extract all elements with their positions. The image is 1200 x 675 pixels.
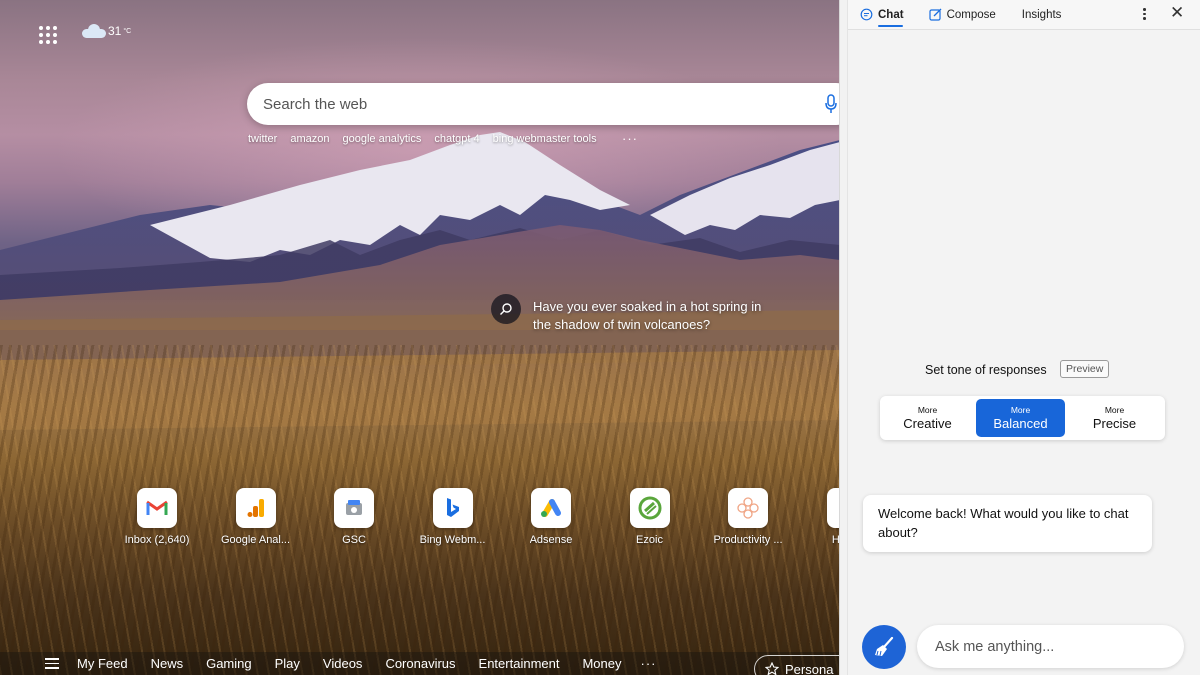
apps-launcher-icon[interactable]: [39, 26, 57, 44]
tab-compose[interactable]: Compose: [928, 0, 996, 29]
temperature-value: 31: [108, 24, 122, 38]
close-icon[interactable]: ✕: [1170, 3, 1184, 23]
feed-tab[interactable]: My Feed: [77, 656, 128, 671]
tone-name: Balanced: [993, 416, 1048, 431]
chat-side-panel: Chat Compose Insights ✕ Set tone of resp…: [848, 0, 1200, 675]
personalize-button[interactable]: Persona: [754, 655, 840, 675]
quick-link-tile[interactable]: Ezoic: [611, 488, 689, 546]
quick-link-tile[interactable]: Bing Webm...: [414, 488, 492, 546]
quick-link-tile[interactable]: Adsense: [512, 488, 590, 546]
quick-link-label: Google Anal...: [220, 534, 291, 546]
quick-link-label: Bing Webm...: [419, 534, 486, 546]
quick-link-tile[interactable]: Home: [808, 488, 840, 546]
suggestion-link[interactable]: chatgpt 4: [434, 133, 479, 145]
ezoic-icon: [629, 488, 670, 528]
tone-qualifier: More: [1104, 405, 1125, 415]
tab-label: Insights: [1021, 8, 1062, 21]
suggestion-link[interactable]: bing webmaster tools: [493, 133, 597, 145]
quick-link-label: GSC: [342, 534, 366, 546]
panel-tab-bar: Chat Compose Insights ✕: [848, 0, 1200, 30]
tab-label: Chat: [878, 8, 904, 21]
feed-tab[interactable]: Gaming: [206, 656, 252, 671]
search-input[interactable]: [261, 94, 805, 114]
microphone-icon[interactable]: [825, 94, 837, 114]
web-search-box[interactable]: [247, 83, 840, 125]
bing-icon: [432, 488, 473, 528]
trending-searches: twitter amazon google analytics chatgpt …: [248, 133, 597, 145]
hamburger-menu-icon[interactable]: [45, 658, 59, 669]
preview-badge: Preview: [1060, 360, 1110, 378]
feed-navigation: My Feed News Gaming Play Videos Coronavi…: [0, 652, 840, 675]
chat-input-box[interactable]: [917, 625, 1184, 668]
chat-input[interactable]: [933, 637, 1167, 656]
quick-link-tile[interactable]: Google Anal...: [217, 488, 295, 546]
quick-link-label: Adsense: [529, 534, 573, 546]
more-suggestions-button[interactable]: ···: [622, 131, 638, 146]
quick-link-tile[interactable]: Inbox (2,640): [118, 488, 196, 546]
more-feed-tabs-button[interactable]: ···: [641, 656, 657, 671]
quick-link-tile[interactable]: Productivity ...: [709, 488, 787, 546]
more-options-icon[interactable]: [1143, 8, 1146, 20]
gsc-icon: [334, 488, 374, 528]
suggestion-link[interactable]: twitter: [248, 133, 277, 145]
tone-creative-button[interactable]: More Creative: [883, 399, 972, 437]
feed-tab[interactable]: Videos: [323, 656, 363, 671]
tone-selector: More Creative More Balanced More Precise: [880, 396, 1165, 440]
quick-link-tile[interactable]: GSC: [315, 488, 393, 546]
background-prompt[interactable]: Have you ever soaked in a hot spring in …: [491, 294, 773, 334]
chat-icon: [860, 8, 873, 21]
feed-tab[interactable]: Coronavirus: [385, 656, 455, 671]
suggestion-link[interactable]: amazon: [290, 133, 329, 145]
tone-precise-button[interactable]: More Precise: [1070, 399, 1159, 437]
feed-tab[interactable]: News: [151, 656, 184, 671]
quick-link-label: Productivity ...: [713, 534, 783, 546]
new-tab-page: 31 °C twitter amazon google analytics ch…: [0, 0, 840, 675]
panel-divider[interactable]: [839, 0, 848, 675]
tone-label: Set tone of responses: [925, 363, 1047, 377]
background-prompt-text: Have you ever soaked in a hot spring in …: [533, 299, 762, 332]
tab-label: Compose: [946, 8, 996, 21]
google-analytics-icon: [235, 488, 276, 528]
quick-links: Inbox (2,640) Google Anal... GSC Bing We…: [118, 488, 840, 546]
weather-widget[interactable]: 31 °C: [82, 24, 131, 38]
temperature-unit: °C: [123, 27, 132, 35]
new-topic-button[interactable]: [862, 625, 906, 669]
tone-balanced-button[interactable]: More Balanced: [976, 399, 1065, 437]
personalize-label: Persona: [785, 661, 834, 675]
quick-link-label: Inbox (2,640): [124, 534, 190, 546]
compose-icon: [928, 8, 942, 21]
tab-insights[interactable]: Insights: [1022, 0, 1062, 29]
feed-tab[interactable]: Money: [582, 656, 621, 671]
tone-qualifier: More: [1010, 405, 1031, 415]
tone-qualifier: More: [917, 405, 938, 415]
search-icon: [491, 294, 521, 324]
tone-name: Creative: [903, 416, 952, 431]
gmail-icon: [137, 488, 177, 528]
productivity-icon: [728, 488, 768, 528]
tone-name: Precise: [1092, 416, 1137, 431]
feed-tab[interactable]: Entertainment: [479, 656, 560, 671]
feed-tab[interactable]: Play: [275, 656, 300, 671]
home-tile-icon: [826, 488, 840, 528]
broom-icon: [875, 636, 894, 656]
welcome-message: Welcome back! What would you like to cha…: [863, 495, 1152, 552]
cloud-icon: [82, 24, 106, 38]
quick-link-label: Ezoic: [636, 534, 663, 546]
suggestion-link[interactable]: google analytics: [342, 133, 421, 145]
tab-chat[interactable]: Chat: [860, 0, 904, 29]
adsense-icon: [531, 488, 571, 528]
star-icon: [765, 662, 779, 675]
